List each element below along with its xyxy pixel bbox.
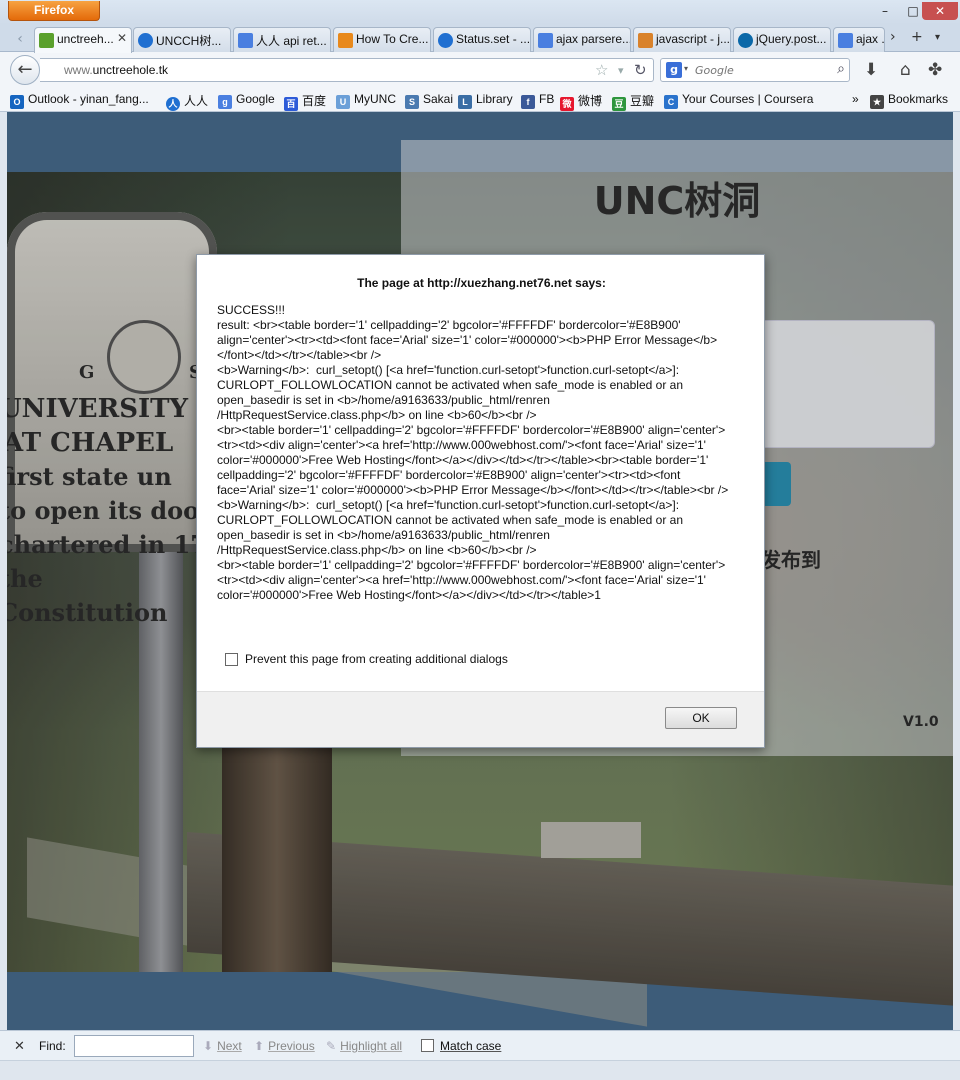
tab-unctreehole[interactable]: unctreeh... ✕ — [34, 27, 132, 53]
bookmark-google[interactable]: g Google — [218, 92, 275, 109]
tab-scroll-right-icon[interactable]: › — [890, 29, 896, 45]
renren-icon: 人 — [166, 97, 180, 111]
tab-status-set[interactable]: Status.set - ... — [433, 27, 531, 52]
coursera-icon: C — [664, 95, 678, 109]
google-icon: g — [218, 95, 232, 109]
url-text[interactable]: www.unctreehole.tk — [64, 63, 168, 77]
renren-icon — [138, 33, 153, 48]
bookmark-weibo[interactable]: 微微博 — [560, 92, 602, 111]
find-previous-button[interactable]: ⬆ Previous — [254, 1039, 315, 1053]
addon-icon[interactable]: ✤ — [928, 60, 942, 80]
bookmark-facebook[interactable]: f FB — [521, 92, 554, 109]
baidu-icon: 百 — [284, 97, 298, 111]
tab-label: 人人 api ret... — [256, 34, 327, 48]
google-search-engine-icon[interactable]: g — [666, 62, 682, 78]
outlook-icon: O — [10, 95, 24, 109]
find-label: Find: — [39, 1039, 66, 1053]
engine-dropdown-icon[interactable]: ▾ — [684, 64, 688, 73]
downloads-icon[interactable]: ⬇ — [864, 60, 878, 80]
tab-label: ajax parsere... — [556, 32, 631, 46]
status-bar — [0, 1060, 960, 1080]
match-case-label[interactable]: Match case — [440, 1039, 501, 1053]
list-all-tabs-icon[interactable]: ▾ — [935, 32, 940, 43]
navigation-bar: www.unctreehole.tk ☆ ▾ ↻ ← g ▾ ⌕ ⬇ ⌂ ✤ — [0, 52, 960, 88]
dialog-message: SUCCESS!!! result: <br><table border='1'… — [217, 303, 729, 602]
bookmarks-toolbar: O Outlook - yinan_fang... 人人人 g Google 百百度… — [0, 88, 960, 112]
reload-icon[interactable]: ↻ — [634, 61, 647, 79]
bookmarks-overflow-icon[interactable]: » — [852, 92, 859, 106]
home-icon[interactable]: ⌂ — [900, 60, 911, 80]
weibo-icon: 微 — [560, 97, 574, 111]
prevent-dialogs-label[interactable]: Prevent this page from creating addition… — [245, 652, 508, 666]
arrow-up-icon: ⬆ — [254, 1039, 265, 1053]
bookmark-coursera[interactable]: C Your Courses | Coursera — [664, 92, 813, 109]
tab-label: ajax ... — [856, 32, 885, 46]
prevent-dialogs-checkbox[interactable] — [225, 653, 238, 666]
renren-icon — [438, 33, 453, 48]
search-bar: g ▾ ⌕ — [660, 58, 850, 82]
jquery-icon — [738, 33, 753, 48]
search-magnifier-icon[interactable]: ⌕ — [837, 61, 845, 77]
myunc-icon: U — [336, 95, 350, 109]
tab-label: unctreeh... — [57, 32, 114, 46]
tab-uncch[interactable]: UNCCH树... — [133, 27, 231, 52]
url-bar[interactable]: www.unctreehole.tk ☆ ▾ ↻ — [40, 58, 654, 82]
search-input[interactable] — [695, 60, 825, 80]
bookmark-star-icon[interactable]: ☆ — [595, 61, 608, 79]
stackoverflow-icon — [638, 33, 653, 48]
tab-label: UNCCH树... — [156, 34, 222, 48]
close-window-button[interactable]: ✕ — [922, 2, 958, 20]
tab-close-icon[interactable]: ✕ — [117, 31, 127, 45]
history-dropdown-icon[interactable]: ▾ — [618, 64, 624, 77]
find-next-button[interactable]: ⬇ Next — [203, 1039, 242, 1053]
google-icon — [238, 33, 253, 48]
tab-ajax-parser[interactable]: ajax parsere... — [533, 27, 631, 52]
tab-strip: ‹ unctreeh... ✕ UNCCH树... 人人 api ret... … — [0, 24, 960, 53]
dialog-title: The page at http://xuezhang.net76.net sa… — [357, 276, 606, 290]
find-input[interactable] — [74, 1035, 194, 1057]
highlighter-icon: ✎ — [326, 1039, 337, 1053]
tab-scroll-left-icon[interactable]: ‹ — [12, 28, 28, 50]
alert-dialog: The page at http://xuezhang.net76.net sa… — [196, 254, 765, 748]
ok-button[interactable]: OK — [665, 707, 737, 729]
bookmark-baidu[interactable]: 百百度 — [284, 92, 326, 111]
tab-label: Status.set - ... — [456, 32, 531, 46]
new-tab-icon[interactable]: + — [911, 29, 923, 45]
bookmark-myunc[interactable]: U MyUNC — [336, 92, 396, 109]
dialog-footer: OK — [197, 691, 764, 747]
tab-ajax[interactable]: ajax ... — [833, 27, 885, 52]
tab-label: jQuery.post... — [756, 32, 827, 46]
google-icon — [838, 33, 853, 48]
minimize-button[interactable]: – — [870, 2, 900, 20]
douban-icon: 豆 — [612, 97, 626, 111]
firefox-menu-button[interactable]: Firefox — [8, 1, 100, 21]
facebook-icon: f — [521, 95, 535, 109]
back-button[interactable]: ← — [10, 55, 40, 85]
sakai-icon: S — [405, 95, 419, 109]
bookmark-douban[interactable]: 豆豆瓣 — [612, 92, 654, 111]
google-icon — [538, 33, 553, 48]
library-icon: L — [458, 95, 472, 109]
tab-javascript[interactable]: javascript - j... — [633, 27, 731, 52]
bookmarks-star-icon: ★ — [870, 95, 884, 109]
tab-jquery-post[interactable]: jQuery.post... — [733, 27, 831, 52]
bookmark-library[interactable]: L Library — [458, 92, 513, 109]
tab-how-to-create[interactable]: How To Cre... — [333, 27, 431, 52]
arrow-down-icon: ⬇ — [203, 1039, 214, 1053]
bookmarks-menu-button[interactable]: ★ Bookmarks — [870, 92, 948, 109]
bookmark-outlook[interactable]: O Outlook - yinan_fang... — [10, 92, 149, 109]
tab-label: javascript - j... — [656, 32, 731, 46]
bookmark-sakai[interactable]: S Sakai — [405, 92, 453, 109]
tab-label: How To Cre... — [356, 32, 429, 46]
site-favicon-icon — [39, 33, 54, 48]
match-case-checkbox[interactable] — [421, 1039, 434, 1052]
find-bar: ✕ Find: ⬇ Next ⬆ Previous ✎ Highlight all M… — [0, 1030, 960, 1060]
bookmark-renren[interactable]: 人人人 — [166, 92, 208, 111]
title-bar: Firefox – □ ✕ — [0, 0, 960, 24]
close-find-bar-icon[interactable]: ✕ — [14, 1038, 25, 1054]
tab-renren-api[interactable]: 人人 api ret... — [233, 27, 331, 52]
highlight-all-button[interactable]: ✎ Highlight all — [326, 1039, 402, 1053]
site-favicon-icon — [338, 33, 353, 48]
